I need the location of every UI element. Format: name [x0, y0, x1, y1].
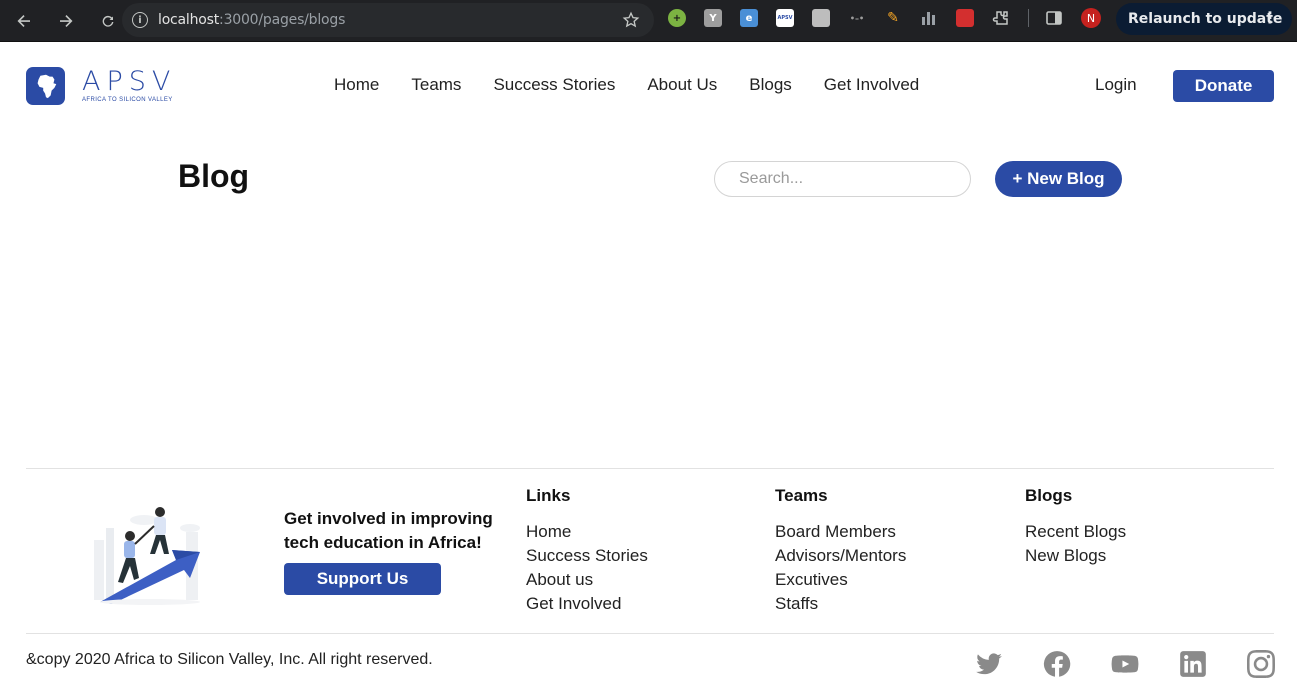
instagram-icon[interactable] [1246, 649, 1276, 679]
site-logo[interactable]: APSV AFRICA TO SILICON VALLEY [26, 67, 176, 105]
footer-blogs-heading: Blogs [1025, 486, 1073, 505]
profile-avatar[interactable]: N [1081, 8, 1101, 28]
bookmark-star-icon[interactable] [622, 11, 640, 29]
nav-teams[interactable]: Teams [411, 75, 461, 95]
extensions-menu-icon[interactable] [992, 9, 1010, 27]
nav-success-stories[interactable]: Success Stories [493, 75, 615, 95]
browser-toolbar: i localhost:3000/pages/blogs + Y e APSV … [0, 0, 1297, 42]
footer-link-executives[interactable]: Excutives [775, 568, 906, 592]
footer-divider-bottom [26, 633, 1274, 634]
nav-blogs[interactable]: Blogs [749, 75, 792, 95]
footer-cta-line-2: tech education in Africa! [284, 533, 482, 552]
extension-apsv-icon[interactable]: APSV [776, 9, 794, 27]
footer-link-home[interactable]: Home [526, 520, 648, 544]
facebook-icon[interactable] [1042, 649, 1072, 679]
social-links [974, 649, 1276, 679]
url-text[interactable]: localhost:3000/pages/blogs [158, 12, 345, 28]
footer-link-recent-blogs[interactable]: Recent Blogs [1025, 520, 1126, 544]
footer-links-heading: Links [526, 486, 571, 505]
extension-bars-icon[interactable] [920, 9, 938, 27]
footer-cta-line-1: Get involved in improving [284, 509, 493, 528]
more-menu-icon[interactable]: ⋮ [1262, 9, 1278, 27]
address-bar[interactable]: i localhost:3000/pages/blogs [122, 3, 654, 37]
relaunch-to-update-button[interactable]: Relaunch to update ⋮ [1116, 3, 1292, 35]
footer-divider-top [26, 468, 1274, 469]
footer-link-about-us[interactable]: About us [526, 568, 648, 592]
relaunch-label: Relaunch to update [1128, 11, 1283, 27]
footer-link-get-involved[interactable]: Get Involved [526, 592, 648, 616]
footer-link-staffs[interactable]: Staffs [775, 592, 906, 616]
support-us-button[interactable]: Support Us [284, 563, 441, 595]
extension-puzzle-grey-icon[interactable] [812, 9, 830, 27]
main-navigation: Home Teams Success Stories About Us Blog… [334, 75, 951, 95]
nav-about-us[interactable]: About Us [647, 75, 717, 95]
nav-home[interactable]: Home [334, 75, 379, 95]
youtube-icon[interactable] [1110, 649, 1140, 679]
footer-link-new-blogs[interactable]: New Blogs [1025, 544, 1126, 568]
extensions-bar: + Y e APSV •–• ✎ N [668, 8, 1101, 28]
extension-pen-icon[interactable]: ✎ [884, 9, 902, 27]
site-header: APSV AFRICA TO SILICON VALLEY Home Teams… [0, 43, 1297, 128]
extension-y-icon[interactable]: Y [704, 9, 722, 27]
toolbar-divider [1028, 9, 1029, 27]
extension-red-icon[interactable] [956, 9, 974, 27]
logo-wordmark: APSV [82, 66, 177, 97]
support-illustration [94, 507, 200, 605]
footer-teams-heading: Teams [775, 486, 828, 505]
twitter-icon[interactable] [974, 649, 1004, 679]
donate-button[interactable]: Donate [1173, 70, 1274, 102]
footer-teams-column: Teams Board Members Advisors/Mentors Exc… [775, 486, 906, 616]
footer-link-advisors-mentors[interactable]: Advisors/Mentors [775, 544, 906, 568]
search-input[interactable] [714, 161, 971, 197]
site-info-icon[interactable]: i [132, 12, 148, 28]
africa-map-icon [26, 67, 65, 105]
extension-green-plus-icon[interactable]: + [668, 9, 686, 27]
footer-link-success-stories[interactable]: Success Stories [526, 544, 648, 568]
footer-cta-text: Get involved in improving tech education… [284, 507, 514, 555]
footer-link-board-members[interactable]: Board Members [775, 520, 906, 544]
page-title: Blog [178, 158, 250, 194]
footer-links-column: Links Home Success Stories About us Get … [526, 486, 648, 616]
new-blog-button[interactable]: + New Blog [995, 161, 1122, 197]
login-link[interactable]: Login [1095, 75, 1137, 95]
nav-get-involved[interactable]: Get Involved [824, 75, 919, 95]
footer-blogs-column: Blogs Recent Blogs New Blogs [1025, 486, 1126, 568]
reload-icon[interactable] [90, 3, 126, 39]
sidebar-icon[interactable] [1045, 9, 1063, 27]
extension-e-icon[interactable]: e [740, 9, 758, 27]
back-icon[interactable] [6, 3, 42, 39]
forward-icon[interactable] [48, 3, 84, 39]
linkedin-icon[interactable] [1178, 649, 1208, 679]
extension-dots-icon[interactable]: •–• [848, 9, 866, 27]
logo-subtitle: AFRICA TO SILICON VALLEY [82, 97, 173, 103]
copyright-text: &copy 2020 Africa to Silicon Valley, Inc… [26, 651, 433, 668]
